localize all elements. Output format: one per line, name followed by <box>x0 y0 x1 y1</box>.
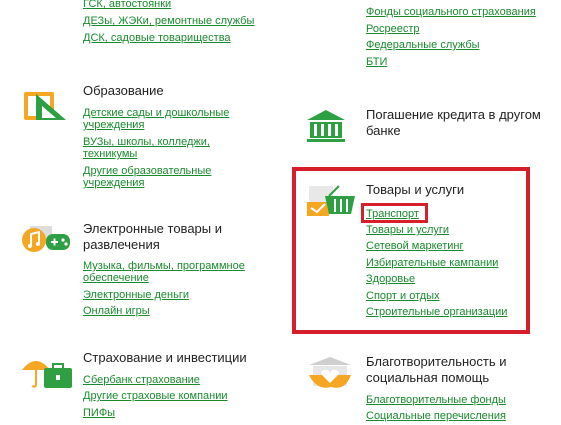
charity-title-1: Благотворительность и <box>366 354 507 369</box>
link-sport[interactable]: Спорт и отдых <box>366 290 440 302</box>
electronics-title-2: развлечения <box>83 237 160 252</box>
link-social-transfers[interactable]: Социальные перечисления <box>366 410 506 422</box>
link-network-marketing[interactable]: Сетевой маркетинг <box>366 240 464 252</box>
link-online-games[interactable]: Онлайн игры <box>83 305 150 317</box>
link-rosreestr[interactable]: Росреестр <box>366 23 419 35</box>
link-transport[interactable]: Транспорт <box>366 208 419 220</box>
charity-title-2: социальная помощь <box>366 370 490 385</box>
link-health[interactable]: Здоровье <box>366 273 415 285</box>
link-universities-2[interactable]: техникумы <box>83 148 137 160</box>
link-dsk[interactable]: ДСК, садовые товарищества <box>83 32 231 44</box>
link-goods-services[interactable]: Товары и услуги <box>366 224 449 236</box>
link-federal[interactable]: Федеральные службы <box>366 39 480 51</box>
link-bti[interactable]: БТИ <box>366 56 387 68</box>
education-title: Образование <box>83 83 164 98</box>
link-music-2[interactable]: обеспечение <box>83 272 149 284</box>
bank-icon <box>305 108 347 144</box>
goods-title: Товары и услуги <box>366 182 465 197</box>
link-charity-funds[interactable]: Благотворительные фонды <box>366 394 506 406</box>
link-sber-insurance[interactable]: Сбербанк страхование <box>83 374 200 386</box>
link-kindergarten-2[interactable]: учреждения <box>83 119 144 131</box>
link-e-money[interactable]: Электронные деньги <box>83 289 189 301</box>
link-dez[interactable]: ДЕЗы, ЖЭКи, ремонтные службы <box>83 15 254 27</box>
link-election[interactable]: Избирательные кампании <box>366 257 498 269</box>
shopping-basket-icon <box>305 182 357 220</box>
link-pif[interactable]: ПИФы <box>83 407 115 419</box>
link-universities[interactable]: ВУЗы, школы, колледжи, <box>83 136 210 148</box>
umbrella-briefcase-icon <box>20 350 74 390</box>
link-construction[interactable]: Строительные организации <box>366 306 507 318</box>
link-other-edu[interactable]: Другие образовательные <box>83 165 211 177</box>
link-social-funds[interactable]: Фонды социального страхования <box>366 6 536 18</box>
music-game-icon <box>20 222 74 260</box>
charity-heart-icon <box>305 355 355 393</box>
link-kindergarten[interactable]: Детские сады и дошкольные <box>83 107 229 119</box>
link-other-insurance[interactable]: Другие страховые компании <box>83 390 228 402</box>
education-icon <box>22 86 72 124</box>
electronics-title-1: Электронные товары и <box>83 221 222 236</box>
loan-title-1: Погашение кредита в другом <box>366 107 541 122</box>
loan-title-2: банке <box>366 123 401 138</box>
link-gsk[interactable]: ГСК, автостоянки <box>83 0 171 10</box>
insurance-title: Страхование и инвестиции <box>83 350 247 365</box>
link-other-edu-2[interactable]: учреждения <box>83 177 144 189</box>
link-music[interactable]: Музыка, фильмы, программное <box>83 260 245 272</box>
